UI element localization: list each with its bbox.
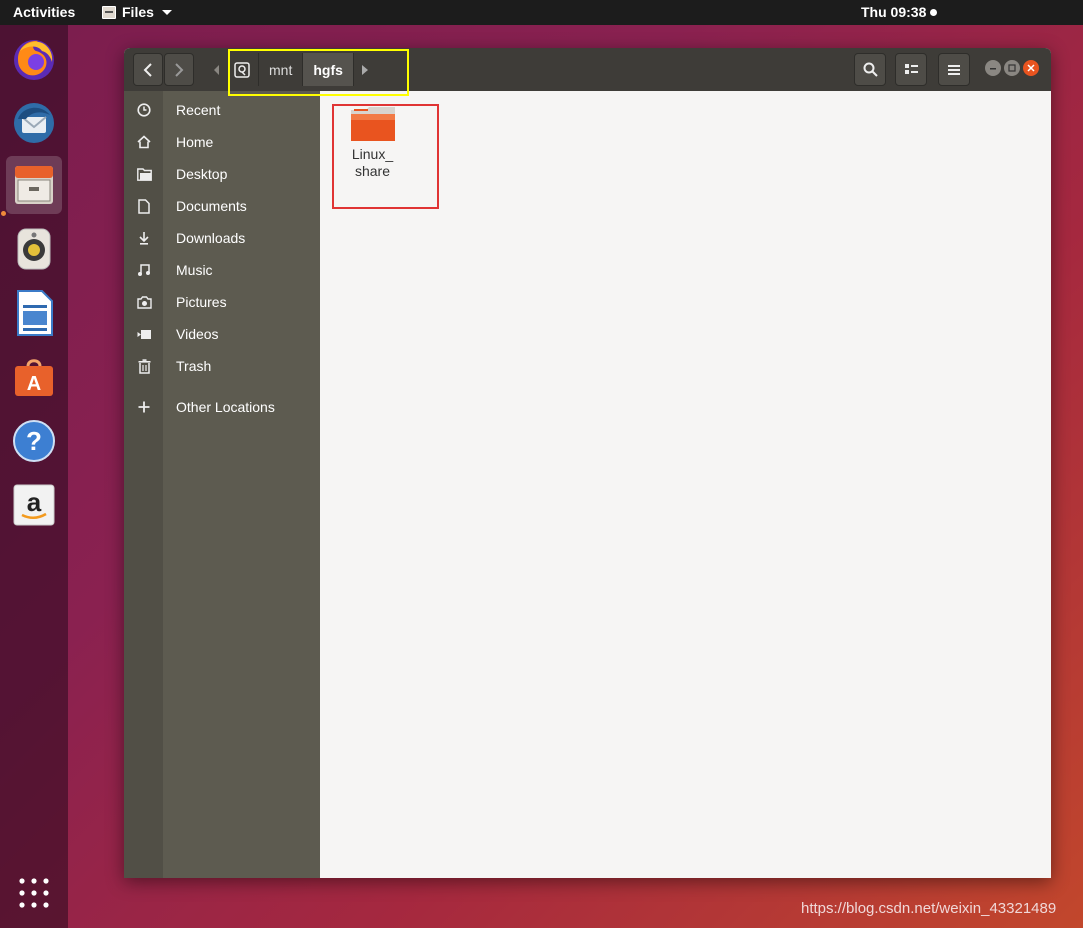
top-bar: Activities Files Thu 09:38 — [0, 0, 1083, 25]
sidebar-item-label: Other Locations — [176, 399, 275, 415]
sidebar-item-label: Recent — [176, 102, 221, 118]
video-icon — [134, 324, 154, 344]
sidebar-item-recent[interactable]: Recent — [124, 94, 320, 126]
file-view[interactable]: Linux_ share — [320, 91, 1051, 878]
sidebar-item-label: Videos — [176, 326, 219, 342]
download-icon — [134, 228, 154, 248]
dock-writer[interactable] — [6, 284, 62, 342]
file-item-name-line1: Linux_ — [351, 146, 394, 162]
search-button[interactable] — [854, 53, 886, 86]
running-indicator — [1, 211, 6, 216]
forward-button[interactable] — [164, 53, 194, 86]
file-item-name-line2: share — [354, 163, 391, 179]
sidebar-item-label: Music — [176, 262, 213, 278]
orange-folder-icon — [350, 106, 396, 142]
path-scroll-left-button[interactable] — [208, 53, 226, 86]
dock-help[interactable]: ? — [6, 412, 62, 470]
search-icon — [863, 62, 878, 77]
minimize-icon — [990, 68, 996, 70]
svg-text:a: a — [27, 487, 42, 517]
dock-rhythmbox[interactable] — [6, 220, 62, 278]
chevron-left-icon — [143, 62, 152, 77]
svg-text:A: A — [27, 373, 41, 395]
camera-icon — [134, 292, 154, 312]
clock-label: Thu 09:38 — [861, 4, 927, 20]
music-icon — [134, 260, 154, 280]
clock-icon — [134, 100, 154, 120]
amazon-icon: a — [13, 484, 55, 526]
hamburger-icon — [948, 64, 960, 75]
trash-icon — [134, 356, 154, 376]
sidebar-item-label: Pictures — [176, 294, 227, 310]
thunderbird-icon — [14, 103, 54, 143]
sidebar-item-music[interactable]: Music — [124, 254, 320, 286]
path-bar: mnt hgfs — [208, 53, 376, 86]
header-bar: mnt hgfs — [124, 48, 1051, 91]
sidebar-item-trash[interactable]: Trash — [124, 350, 320, 382]
clock[interactable]: Thu 09:38 — [861, 4, 938, 20]
sidebar-item-desktop[interactable]: Desktop — [124, 158, 320, 190]
svg-text:?: ? — [26, 426, 42, 456]
dock-files[interactable] — [6, 156, 62, 214]
dock: A ? a — [0, 25, 68, 928]
places-sidebar: Recent Home Desktop Documents Downloads — [124, 91, 320, 878]
minimize-button[interactable] — [985, 60, 1001, 76]
file-item-folder[interactable]: Linux_ share — [340, 106, 405, 180]
speaker-icon — [17, 228, 51, 270]
list-view-icon — [904, 64, 918, 74]
maximize-icon — [1008, 64, 1016, 72]
app-menu-label: Files — [122, 4, 154, 20]
dock-firefox[interactable] — [6, 30, 62, 88]
sidebar-item-label: Desktop — [176, 166, 228, 182]
sidebar-item-label: Trash — [176, 358, 212, 374]
home-icon — [134, 132, 154, 152]
file-cabinet-icon — [15, 166, 53, 204]
close-button[interactable] — [1023, 60, 1039, 76]
chevron-right-icon — [175, 62, 184, 77]
caret-down-icon — [161, 9, 172, 15]
sidebar-item-label: Documents — [176, 198, 247, 214]
sidebar-item-other-locations[interactable]: Other Locations — [124, 391, 320, 423]
plus-icon — [134, 397, 154, 417]
files-app-icon — [102, 5, 116, 19]
help-icon: ? — [13, 420, 55, 462]
path-scroll-right-button[interactable] — [354, 53, 376, 86]
sidebar-item-label: Home — [176, 134, 214, 150]
arrow-right-icon — [361, 64, 368, 75]
app-menu[interactable]: Files — [102, 4, 172, 20]
arrow-left-icon — [214, 64, 219, 75]
folder-icon — [134, 164, 154, 184]
sidebar-item-pictures[interactable]: Pictures — [124, 286, 320, 318]
sidebar-item-videos[interactable]: Videos — [124, 318, 320, 350]
files-window: mnt hgfs Recent Home Desktop Documents D… — [124, 48, 1051, 878]
activities-button[interactable]: Activities — [13, 4, 75, 20]
notification-dot-icon — [930, 8, 938, 16]
sidebar-item-documents[interactable]: Documents — [124, 190, 320, 222]
document-icon — [134, 196, 154, 216]
watermark: https://blog.csdn.net/weixin_43321489 — [801, 900, 1057, 917]
view-toggle-button[interactable] — [895, 53, 927, 86]
dock-thunderbird[interactable] — [6, 94, 62, 152]
crumb-hgfs[interactable]: hgfs — [303, 53, 354, 86]
crumb-mnt[interactable]: mnt — [259, 53, 304, 86]
firefox-icon — [14, 40, 54, 80]
window-controls — [985, 60, 1039, 76]
shopping-bag-icon: A — [15, 359, 53, 396]
close-icon — [1027, 64, 1035, 72]
crumb-root[interactable] — [226, 53, 259, 86]
drive-icon — [234, 61, 250, 78]
show-apps-grid-icon[interactable] — [18, 877, 50, 909]
maximize-button[interactable] — [1004, 60, 1020, 76]
document-writer-icon — [17, 290, 53, 336]
menu-button[interactable] — [938, 53, 970, 86]
sidebar-item-home[interactable]: Home — [124, 126, 320, 158]
back-button[interactable] — [133, 53, 163, 86]
sidebar-item-label: Downloads — [176, 230, 246, 246]
dock-amazon[interactable]: a — [6, 476, 62, 534]
dock-software[interactable]: A — [6, 348, 62, 406]
sidebar-item-downloads[interactable]: Downloads — [124, 222, 320, 254]
file-item-name: Linux_ share — [340, 146, 405, 180]
